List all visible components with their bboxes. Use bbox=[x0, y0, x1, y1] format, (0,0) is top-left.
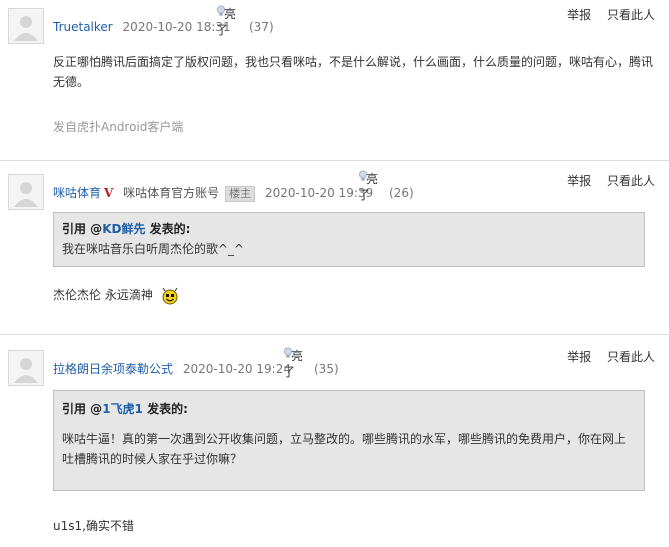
default-avatar-icon bbox=[9, 175, 43, 209]
default-avatar-icon bbox=[9, 9, 43, 43]
quote-block: 引用 @1飞虎1 发表的: 咪咕牛逼！真的第一次遇到公开收集问题，立马整改的。哪… bbox=[53, 390, 645, 491]
quote-header: 引用 @1飞虎1 发表的: bbox=[62, 399, 636, 419]
quote-username[interactable]: 1飞虎1 bbox=[102, 402, 143, 416]
quote-suffix: 发表的: bbox=[145, 222, 191, 236]
post-meta: Truetalker 2020-10-20 18:31 bbox=[53, 18, 237, 36]
quote-text: 咪咕牛逼！真的第一次遇到公开收集问题，立马整改的。哪些腾讯的水军，哪些腾讯的免费… bbox=[62, 432, 627, 466]
report-button[interactable]: 举报 bbox=[567, 350, 591, 364]
avatar[interactable] bbox=[8, 8, 44, 44]
post-body: 反正哪怕腾讯后面搞定了版权问题，我也只看咪咕，不是什么解说，什么画面，什么质量的… bbox=[53, 55, 654, 89]
divider bbox=[0, 334, 669, 335]
default-avatar-icon bbox=[9, 351, 43, 385]
post-time: 2020-10-20 18:31 bbox=[122, 20, 231, 34]
reply-text-line: 杰伦杰伦 永远滴神 bbox=[53, 286, 179, 305]
username[interactable]: Truetalker bbox=[53, 20, 113, 34]
post-meta: 咪咕体育 V 咪咕体育官方账号 楼主 2020-10-20 19:39 bbox=[53, 184, 379, 202]
post-actions: 举报 只看此人 bbox=[555, 348, 655, 365]
reply-text: u1s1,确实不错 bbox=[53, 519, 134, 533]
only-author-button[interactable]: 只看此人 bbox=[607, 174, 655, 188]
light-count: (35) bbox=[314, 362, 339, 376]
light-label-2: 了 bbox=[216, 23, 229, 37]
light-button[interactable]: 亮 了 bbox=[358, 170, 382, 202]
light-label: 亮 bbox=[291, 349, 304, 363]
post-3: 拉格朗日余项泰勒公式 2020-10-20 19:24 亮 了 (35) 举报 … bbox=[0, 336, 669, 547]
only-author-button[interactable]: 只看此人 bbox=[607, 8, 655, 22]
post-2: 咪咕体育 V 咪咕体育官方账号 楼主 2020-10-20 19:39 亮 了 (2… bbox=[0, 162, 669, 332]
username[interactable]: 拉格朗日余项泰勒公式 bbox=[53, 362, 173, 376]
avatar[interactable] bbox=[8, 350, 44, 386]
quote-text: 我在咪咕音乐白听周杰伦的歌^_^ bbox=[62, 242, 245, 256]
avatar[interactable] bbox=[8, 174, 44, 210]
username[interactable]: 咪咕体育 bbox=[53, 186, 101, 200]
verified-icon: V bbox=[104, 186, 114, 200]
post-time: 2020-10-20 19:39 bbox=[265, 186, 374, 200]
op-badge: 楼主 bbox=[225, 186, 256, 202]
quote-prefix: 引用 @ bbox=[62, 402, 103, 416]
post-1: Truetalker 2020-10-20 18:31 亮 了 (37) 举报 … bbox=[0, 0, 669, 150]
only-author-button[interactable]: 只看此人 bbox=[607, 350, 655, 364]
post-source: 发自虎扑Android客户端 bbox=[53, 120, 184, 134]
light-label-2: 了 bbox=[358, 188, 371, 202]
report-button[interactable]: 举报 bbox=[567, 8, 591, 22]
post-meta: 拉格朗日余项泰勒公式 2020-10-20 19:24 bbox=[53, 360, 297, 378]
post-actions: 举报 只看此人 bbox=[555, 6, 655, 23]
quote-suffix: 发表的: bbox=[142, 402, 188, 416]
quote-username[interactable]: KD鲜先 bbox=[102, 222, 145, 236]
reply-text: 杰伦杰伦 永远滴神 bbox=[53, 288, 153, 302]
quote-block: 引用 @KD鲜先 发表的: 我在咪咕音乐白听周杰伦的歌^_^ bbox=[53, 212, 645, 267]
smiley-emoji-icon bbox=[162, 287, 178, 304]
light-count: (26) bbox=[389, 186, 414, 200]
light-count: (37) bbox=[249, 20, 274, 34]
light-label: 亮 bbox=[224, 7, 237, 21]
divider bbox=[0, 160, 669, 161]
post-time: 2020-10-20 19:24 bbox=[182, 362, 291, 376]
account-label: 咪咕体育官方账号 bbox=[123, 186, 220, 200]
quote-prefix: 引用 @ bbox=[62, 222, 103, 236]
light-button[interactable]: 亮 了 bbox=[216, 5, 240, 37]
report-button[interactable]: 举报 bbox=[567, 174, 591, 188]
light-button[interactable]: 亮 了 bbox=[283, 347, 307, 379]
light-label: 亮 bbox=[366, 172, 379, 186]
light-label-2: 了 bbox=[283, 365, 296, 379]
post-actions: 举报 只看此人 bbox=[555, 172, 655, 189]
quote-header: 引用 @KD鲜先 发表的: bbox=[62, 219, 636, 239]
